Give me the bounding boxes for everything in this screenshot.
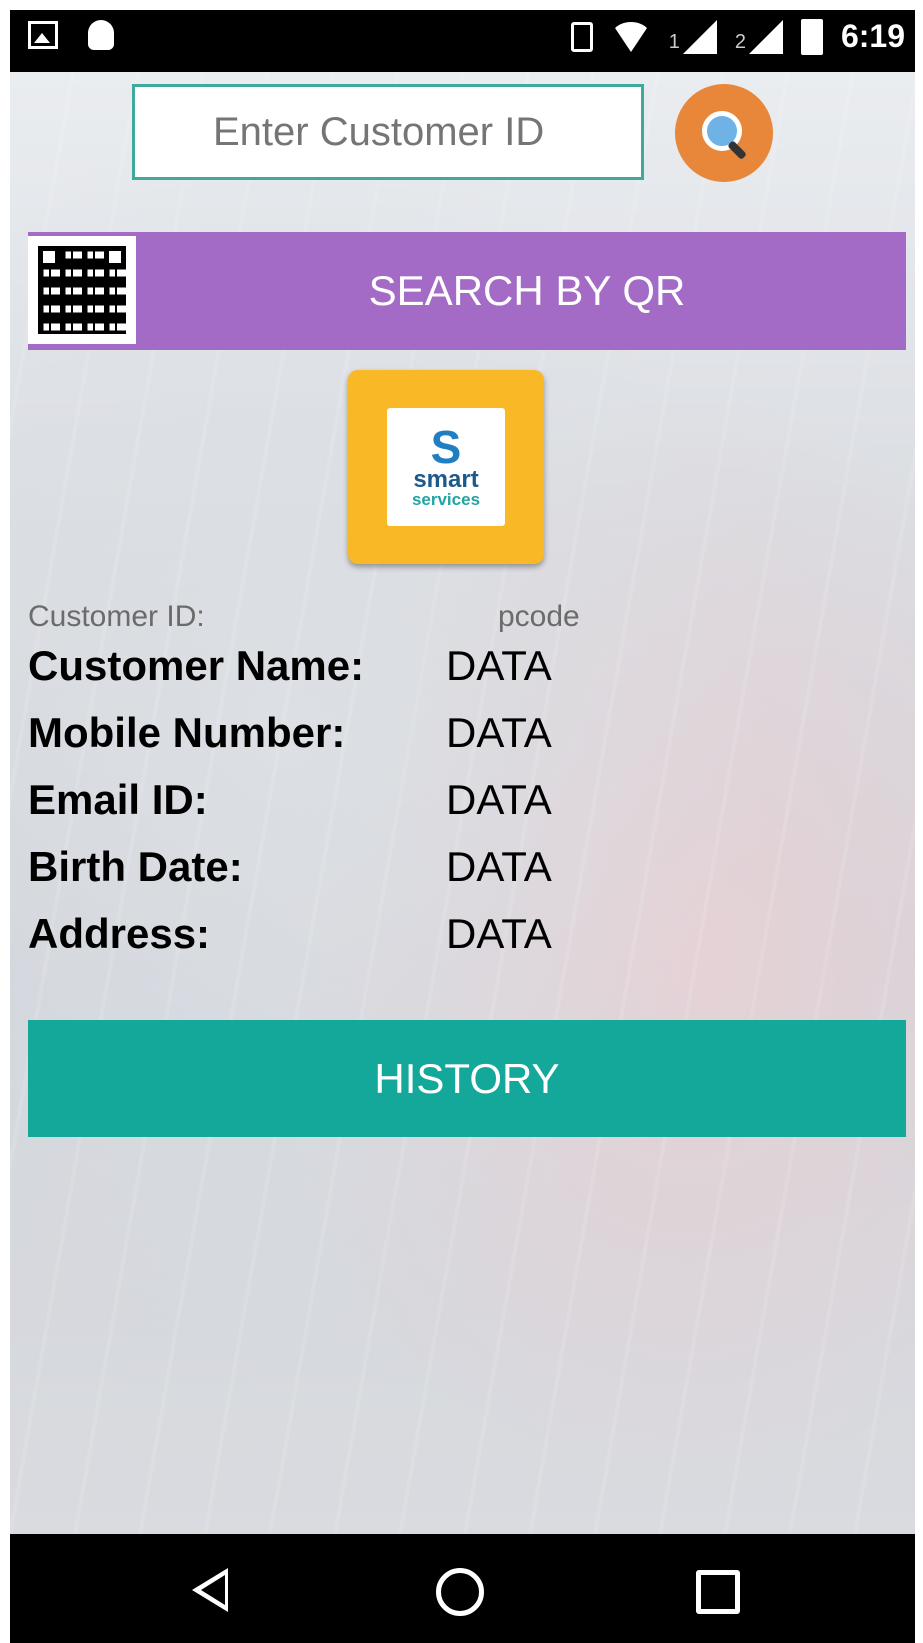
field-value: DATA	[446, 843, 552, 890]
signal-icon	[748, 19, 783, 54]
android-notification-icon	[88, 20, 114, 50]
field-value: DATA	[446, 642, 552, 689]
customer-id-label: Customer ID:	[28, 600, 205, 633]
customer-id-input[interactable]	[132, 84, 644, 180]
sim2-label: 2	[734, 30, 746, 53]
recent-apps-icon[interactable]	[696, 1570, 740, 1614]
logo-mark: S	[430, 421, 462, 473]
home-icon[interactable]	[436, 1568, 484, 1616]
sim2-signal: 2	[734, 19, 783, 54]
email-id-row: Email ID: DATA	[28, 772, 908, 839]
sim1-signal: 1	[668, 19, 717, 54]
wifi-icon	[610, 21, 651, 52]
field-value: DATA	[446, 709, 552, 756]
field-value: DATA	[446, 776, 552, 823]
history-button[interactable]: HISTORY	[28, 1020, 906, 1137]
logo-card: S smart services	[387, 408, 505, 526]
battery-icon	[800, 18, 823, 55]
field-label: Birth Date:	[28, 843, 243, 890]
birth-date-row: Birth Date: DATA	[28, 839, 908, 906]
logo-name-line2: services	[411, 490, 481, 509]
field-label: Customer Name:	[28, 642, 365, 689]
sim1-label: 1	[668, 30, 680, 53]
main-content: SEARCH BY QR S smart services Customer I…	[10, 72, 915, 1534]
search-button[interactable]	[675, 84, 773, 182]
logo-name-line1: smart	[413, 466, 479, 493]
vibrate-icon	[570, 21, 593, 52]
field-value: DATA	[446, 910, 552, 957]
app-logo: S smart services	[348, 370, 544, 564]
signal-icon	[682, 19, 717, 54]
customer-info: Customer ID: pcode Customer Name: DATA M…	[28, 592, 908, 973]
search-icon	[700, 109, 748, 160]
address-row: Address: DATA	[28, 906, 908, 973]
search-by-qr-button[interactable]: SEARCH BY QR	[28, 232, 906, 350]
field-label: Email ID:	[28, 776, 208, 823]
customer-name-row: Customer Name: DATA	[28, 638, 908, 705]
customer-id-value: pcode	[498, 600, 580, 633]
field-label: Mobile Number:	[28, 709, 346, 756]
search-by-qr-label: SEARCH BY QR	[368, 267, 686, 314]
image-notification-icon	[28, 21, 58, 49]
customer-id-row: Customer ID: pcode	[28, 592, 908, 638]
back-icon[interactable]	[192, 1568, 228, 1612]
field-label: Address:	[28, 910, 211, 957]
status-bar: 1 2 6:19	[10, 10, 915, 72]
status-time: 6:19	[840, 18, 905, 54]
mobile-number-row: Mobile Number: DATA	[28, 705, 908, 772]
navigation-bar	[10, 1534, 915, 1643]
